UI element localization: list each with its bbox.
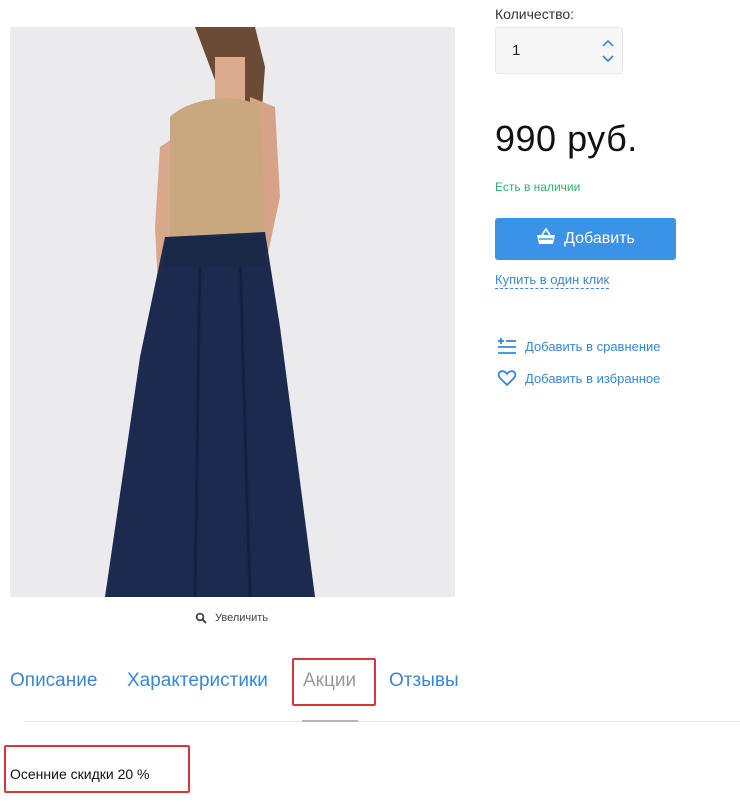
promotion-text: Осенние скидки 20 %	[10, 766, 150, 782]
zoom-label: Увеличить	[215, 612, 269, 624]
product-image[interactable]	[10, 27, 455, 597]
chevron-up-icon[interactable]	[600, 36, 616, 50]
active-tab-indicator	[302, 720, 358, 722]
tab-characteristics[interactable]: Характеристики	[127, 670, 268, 692]
stock-status: Есть в наличии	[495, 180, 581, 194]
tabs-divider	[24, 721, 740, 722]
quantity-label: Количество:	[495, 6, 575, 22]
heart-icon	[497, 368, 517, 388]
product-price: 990 руб.	[495, 118, 638, 159]
zoom-link[interactable]: Увеличить	[195, 610, 268, 626]
add-to-cart-label: Добавить	[564, 230, 635, 247]
quantity-stepper[interactable]	[495, 27, 623, 74]
add-to-compare-link[interactable]: Добавить в сравнение	[497, 336, 661, 356]
add-to-favorites-label: Добавить в избранное	[525, 370, 661, 386]
tab-reviews[interactable]: Отзывы	[389, 670, 459, 692]
highlight-box-tab	[292, 658, 376, 706]
add-to-compare-label: Добавить в сравнение	[525, 338, 661, 354]
buy-one-click-link[interactable]: Купить в один клик	[495, 272, 610, 289]
add-to-favorites-link[interactable]: Добавить в избранное	[497, 368, 660, 388]
product-photo-illustration	[10, 27, 455, 597]
compare-icon	[497, 336, 517, 356]
quantity-input[interactable]	[496, 28, 596, 73]
search-icon	[195, 612, 207, 624]
tab-description[interactable]: Описание	[10, 670, 97, 692]
add-to-cart-button[interactable]: Добавить	[495, 218, 676, 260]
basket-icon	[536, 227, 556, 251]
chevron-down-icon[interactable]	[600, 52, 616, 66]
